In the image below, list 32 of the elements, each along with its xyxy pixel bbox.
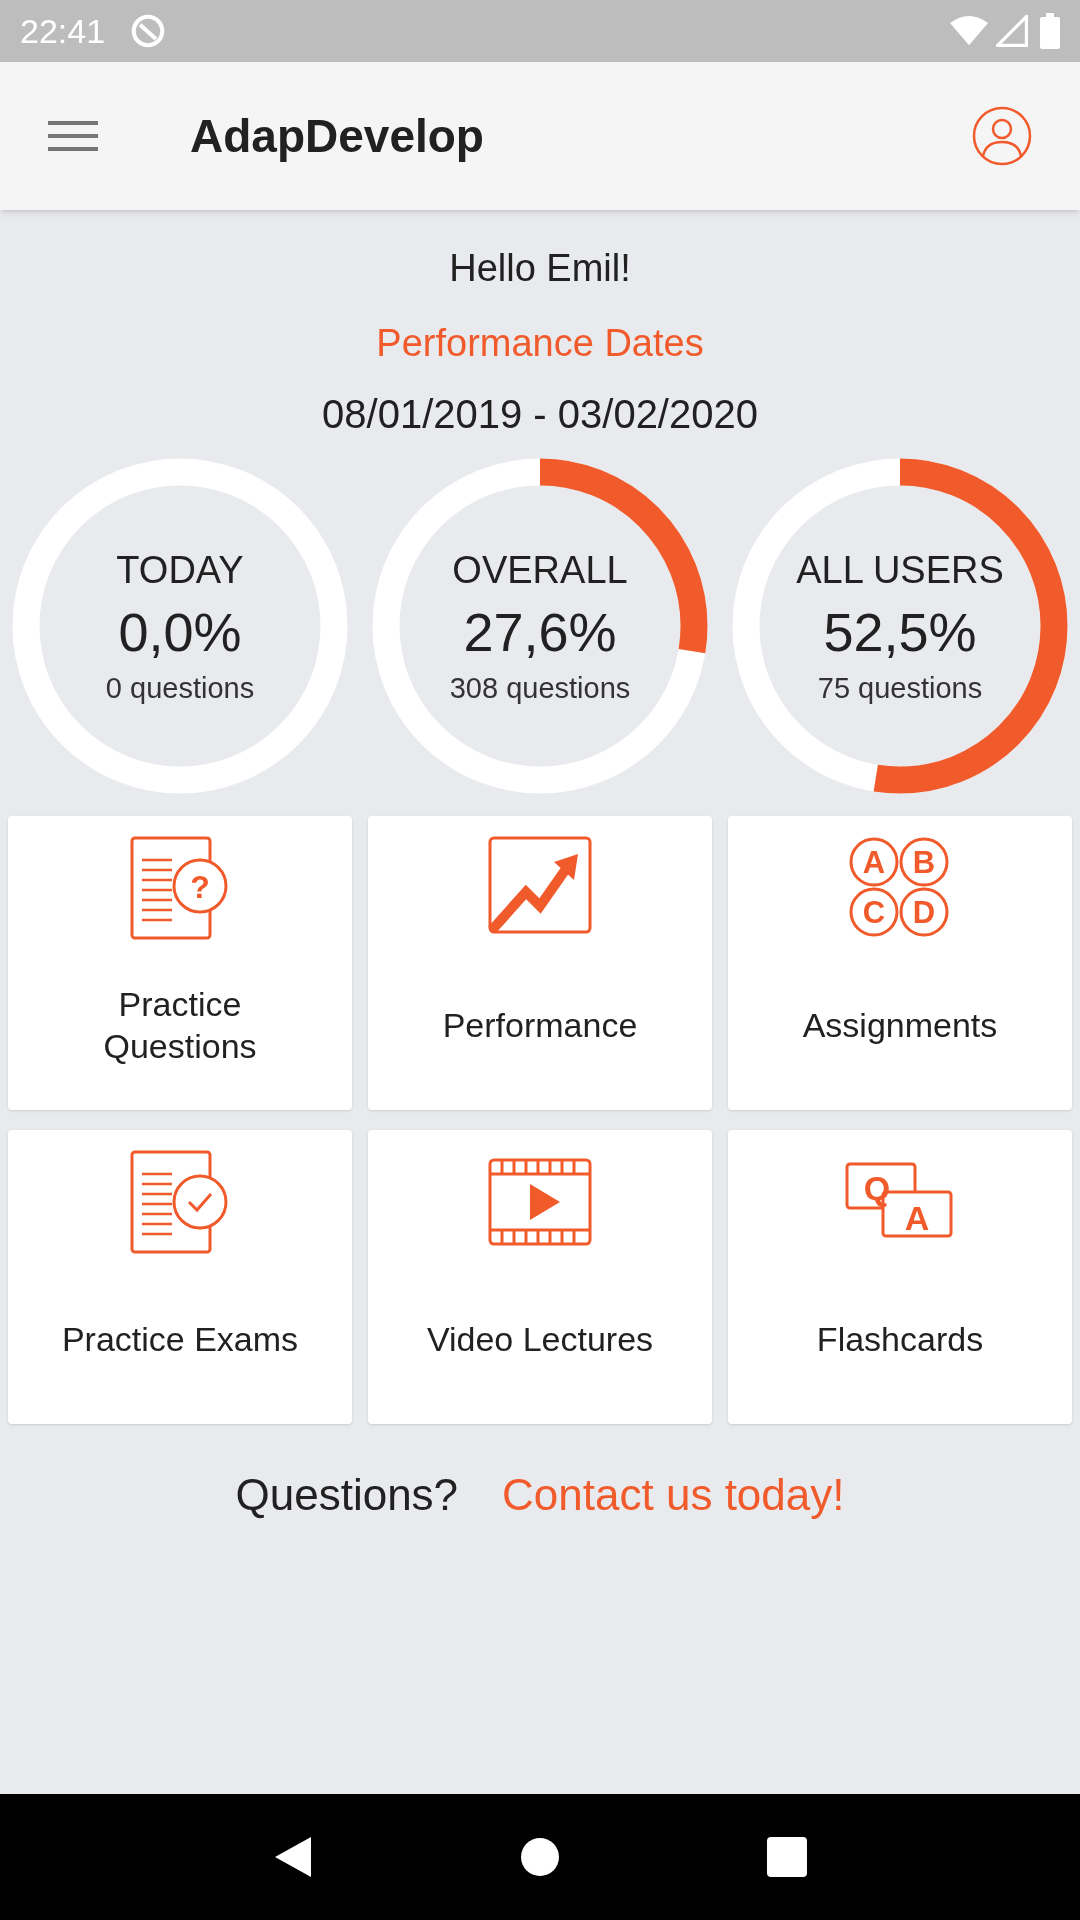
feature-tile[interactable]: Video Lectures [368, 1130, 712, 1424]
app-title: AdapDevelop [190, 108, 484, 164]
profile-button[interactable] [972, 106, 1032, 166]
recents-icon [766, 1837, 807, 1877]
date-range-text: 08/01/2019 - 03/02/2020 [322, 391, 758, 438]
performance-dates-label: Performance Dates [376, 321, 704, 366]
recents-button[interactable] [766, 1837, 807, 1877]
back-button[interactable] [273, 1835, 314, 1879]
home-icon [520, 1837, 560, 1877]
greeting-text: Hello Emil! [449, 246, 631, 291]
feature-tile[interactable]: Practice Exams [8, 1130, 352, 1424]
questions-text: Questions? [235, 1469, 459, 1521]
stat-value: 52,5% [823, 601, 977, 664]
battery-icon [1040, 13, 1060, 49]
stat-label: ALL USERS [796, 548, 1004, 593]
question-count: 308 questions [449, 670, 631, 706]
stat-value: 27,6% [463, 601, 617, 664]
status-time: 22:41 [20, 10, 106, 52]
stat-label: TODAY [116, 548, 244, 593]
menu-icon [48, 119, 98, 153]
feature-tile[interactable]: Performance [368, 816, 712, 1110]
stat-label: OVERALL [452, 548, 628, 593]
back-icon [273, 1835, 314, 1879]
home-button[interactable] [520, 1837, 560, 1877]
signal-icon [996, 15, 1028, 47]
feature-tile[interactable]: A B C D Assignments [728, 816, 1072, 1110]
question-count: 0 questions [105, 670, 255, 706]
stat-value: 0,0% [118, 601, 242, 664]
wifi-icon [950, 15, 988, 47]
question-count: 75 questions [817, 670, 983, 706]
feature-tile[interactable]: ? Practice Questions [8, 816, 352, 1110]
profile-icon [972, 106, 1032, 166]
